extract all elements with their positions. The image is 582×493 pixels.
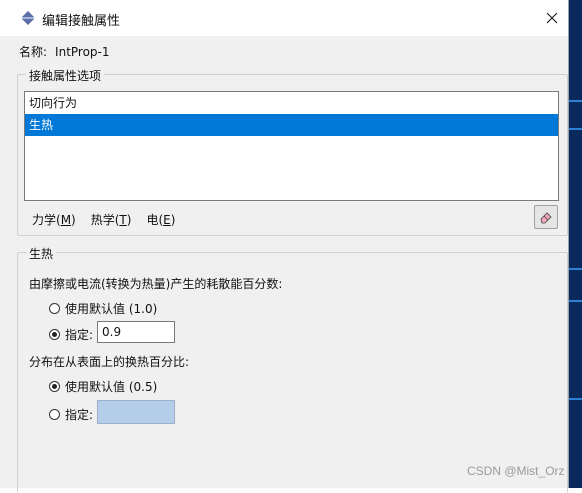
delete-option-button[interactable] bbox=[534, 205, 558, 229]
background-line bbox=[568, 128, 582, 130]
dissipated-energy-question: 由摩擦或电流(转换为热量)产生的耗散能百分数: bbox=[29, 277, 283, 291]
q2-default-radio[interactable] bbox=[49, 381, 60, 392]
q1-specify-radio[interactable] bbox=[49, 329, 60, 340]
name-value: IntProp-1 bbox=[55, 45, 110, 59]
close-button[interactable] bbox=[538, 6, 566, 30]
q2-default-row[interactable]: 使用默认值 (0.5) bbox=[49, 378, 157, 395]
contact-options-group-label: 接触属性选项 bbox=[26, 67, 105, 84]
q2-specify-row[interactable]: 指定: bbox=[49, 406, 93, 423]
edit-contact-property-dialog: 编辑接触属性 名称: IntProp-1 接触属性选项 切向行为 生热 力学(M)… bbox=[0, 0, 569, 493]
option-menubar: 力学(M) 热学(T) 电(E) bbox=[32, 211, 175, 229]
name-row: 名称: IntProp-1 bbox=[19, 43, 110, 60]
background-line bbox=[568, 300, 582, 302]
title-bar[interactable]: 编辑接触属性 bbox=[0, 0, 568, 36]
contact-options-group: 接触属性选项 切向行为 生热 力学(M) 热学(T) 电(E) bbox=[17, 67, 568, 236]
q2-specify-label: 指定: bbox=[65, 408, 94, 422]
menu-thermal[interactable]: 热学(T) bbox=[91, 211, 132, 229]
menu-electrical[interactable]: 电(E) bbox=[146, 211, 175, 229]
app-logo-icon bbox=[20, 10, 36, 26]
watermark: CSDN @Mist_Orz bbox=[467, 464, 565, 478]
q1-specify-label: 指定: bbox=[65, 328, 94, 342]
background-app-window bbox=[568, 0, 582, 488]
background-line bbox=[568, 398, 582, 400]
window-title: 编辑接触属性 bbox=[42, 14, 121, 29]
list-item-tangential-behavior[interactable]: 切向行为 bbox=[25, 92, 558, 114]
close-icon bbox=[546, 12, 558, 24]
menu-mechanical[interactable]: 力学(M) bbox=[32, 211, 76, 229]
q1-default-radio[interactable] bbox=[49, 303, 60, 314]
q1-specify-row[interactable]: 指定: bbox=[49, 326, 93, 343]
contact-options-list[interactable]: 切向行为 生热 bbox=[24, 91, 559, 201]
q1-default-label: 使用默认值 (1.0) bbox=[65, 302, 158, 316]
q2-specify-radio[interactable] bbox=[49, 409, 60, 420]
q2-specify-input[interactable] bbox=[97, 400, 175, 424]
background-line bbox=[568, 100, 582, 102]
q1-specify-input[interactable]: 0.9 bbox=[97, 321, 175, 343]
background-line bbox=[568, 268, 582, 270]
list-item-heat-generation[interactable]: 生热 bbox=[25, 114, 558, 136]
heat-distribution-question: 分布在从表面上的换热百分比: bbox=[29, 355, 190, 369]
eraser-icon bbox=[540, 212, 552, 224]
q2-default-label: 使用默认值 (0.5) bbox=[65, 380, 158, 394]
q1-default-row[interactable]: 使用默认值 (1.0) bbox=[49, 300, 157, 317]
heat-generation-group-label: 生热 bbox=[26, 245, 57, 262]
name-label: 名称: bbox=[19, 45, 48, 59]
